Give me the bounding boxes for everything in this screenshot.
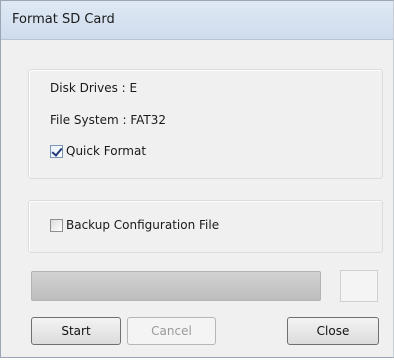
quick-format-label[interactable]: Quick Format — [66, 144, 146, 158]
backup-group: Backup Configuration File — [28, 200, 383, 253]
file-system-label: File System : FAT32 — [50, 113, 166, 127]
backup-config-checkbox[interactable] — [50, 218, 63, 232]
format-sd-card-dialog: Format SD Card Disk Drives : E File Syst… — [0, 0, 394, 358]
disk-drives-label: Disk Drives : E — [50, 81, 138, 95]
cancel-button[interactable]: Cancel — [127, 317, 216, 345]
backup-config-label[interactable]: Backup Configuration File — [66, 218, 219, 232]
dialog-title: Format SD Card — [12, 12, 115, 27]
quick-format-checkbox[interactable] — [50, 144, 63, 158]
drive-info-group: Disk Drives : E File System : FAT32 Quic… — [28, 69, 383, 179]
title-bar[interactable]: Format SD Card — [1, 1, 393, 40]
backup-config-option[interactable]: Backup Configuration File — [50, 218, 219, 232]
close-button[interactable]: Close — [287, 317, 379, 345]
progress-percent-box — [340, 270, 378, 302]
format-progress-bar — [31, 271, 321, 301]
start-button[interactable]: Start — [31, 317, 121, 345]
quick-format-option[interactable]: Quick Format — [50, 144, 146, 158]
